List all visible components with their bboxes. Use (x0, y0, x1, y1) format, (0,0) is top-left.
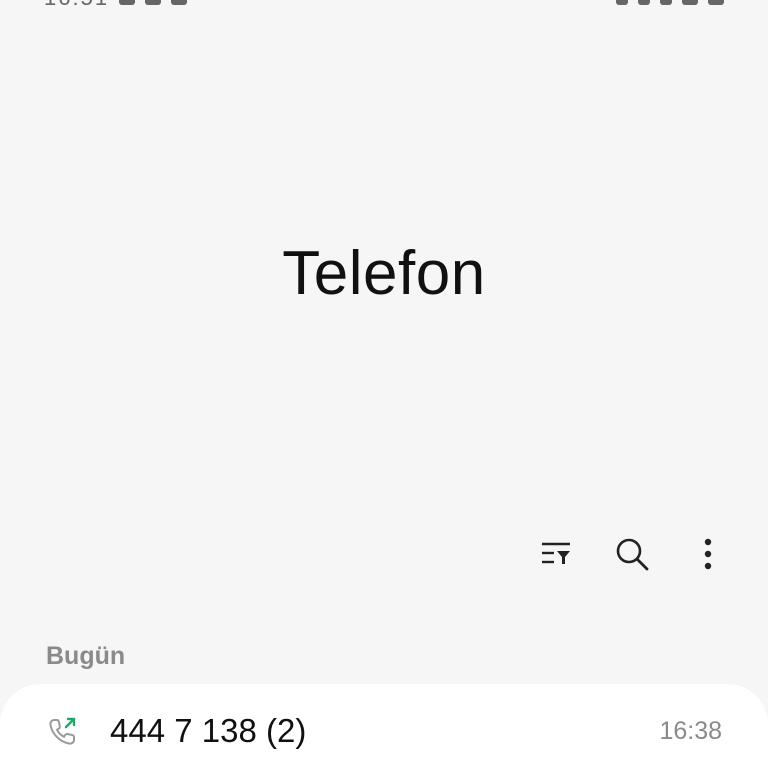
call-log-card: 444 7 138 (2) 16:38 (0, 684, 768, 768)
data-transfer-icon (660, 0, 672, 5)
notification-icon (171, 0, 188, 5)
section-header-today: Bugün (46, 642, 126, 670)
outgoing-call-icon (49, 717, 76, 745)
filter-list-icon (542, 542, 570, 564)
battery-icon (708, 0, 724, 5)
notification-icon (145, 0, 162, 5)
alarm-icon (616, 0, 628, 5)
status-bar-right (616, 0, 724, 5)
more-options-button[interactable] (688, 532, 728, 576)
silent-icon (638, 0, 650, 5)
status-time: 16:51 (44, 0, 109, 11)
call-time: 16:38 (659, 716, 722, 745)
toolbar (536, 532, 728, 576)
more-vert-icon (704, 538, 712, 570)
page-title: Telefon (282, 239, 486, 308)
status-bar-left: 16:51 (44, 0, 188, 11)
status-bar: 16:51 (0, 0, 768, 10)
call-number: 444 7 138 (2) (110, 712, 307, 749)
search-button[interactable] (612, 532, 652, 576)
call-log-row[interactable]: 444 7 138 (2) 16:38 (0, 702, 768, 768)
notification-icon (119, 0, 136, 5)
search-icon (616, 538, 649, 571)
phone-app-screen: 16:51 Telefon (0, 0, 768, 768)
signal-icon (682, 0, 698, 5)
filter-button[interactable] (536, 532, 576, 576)
